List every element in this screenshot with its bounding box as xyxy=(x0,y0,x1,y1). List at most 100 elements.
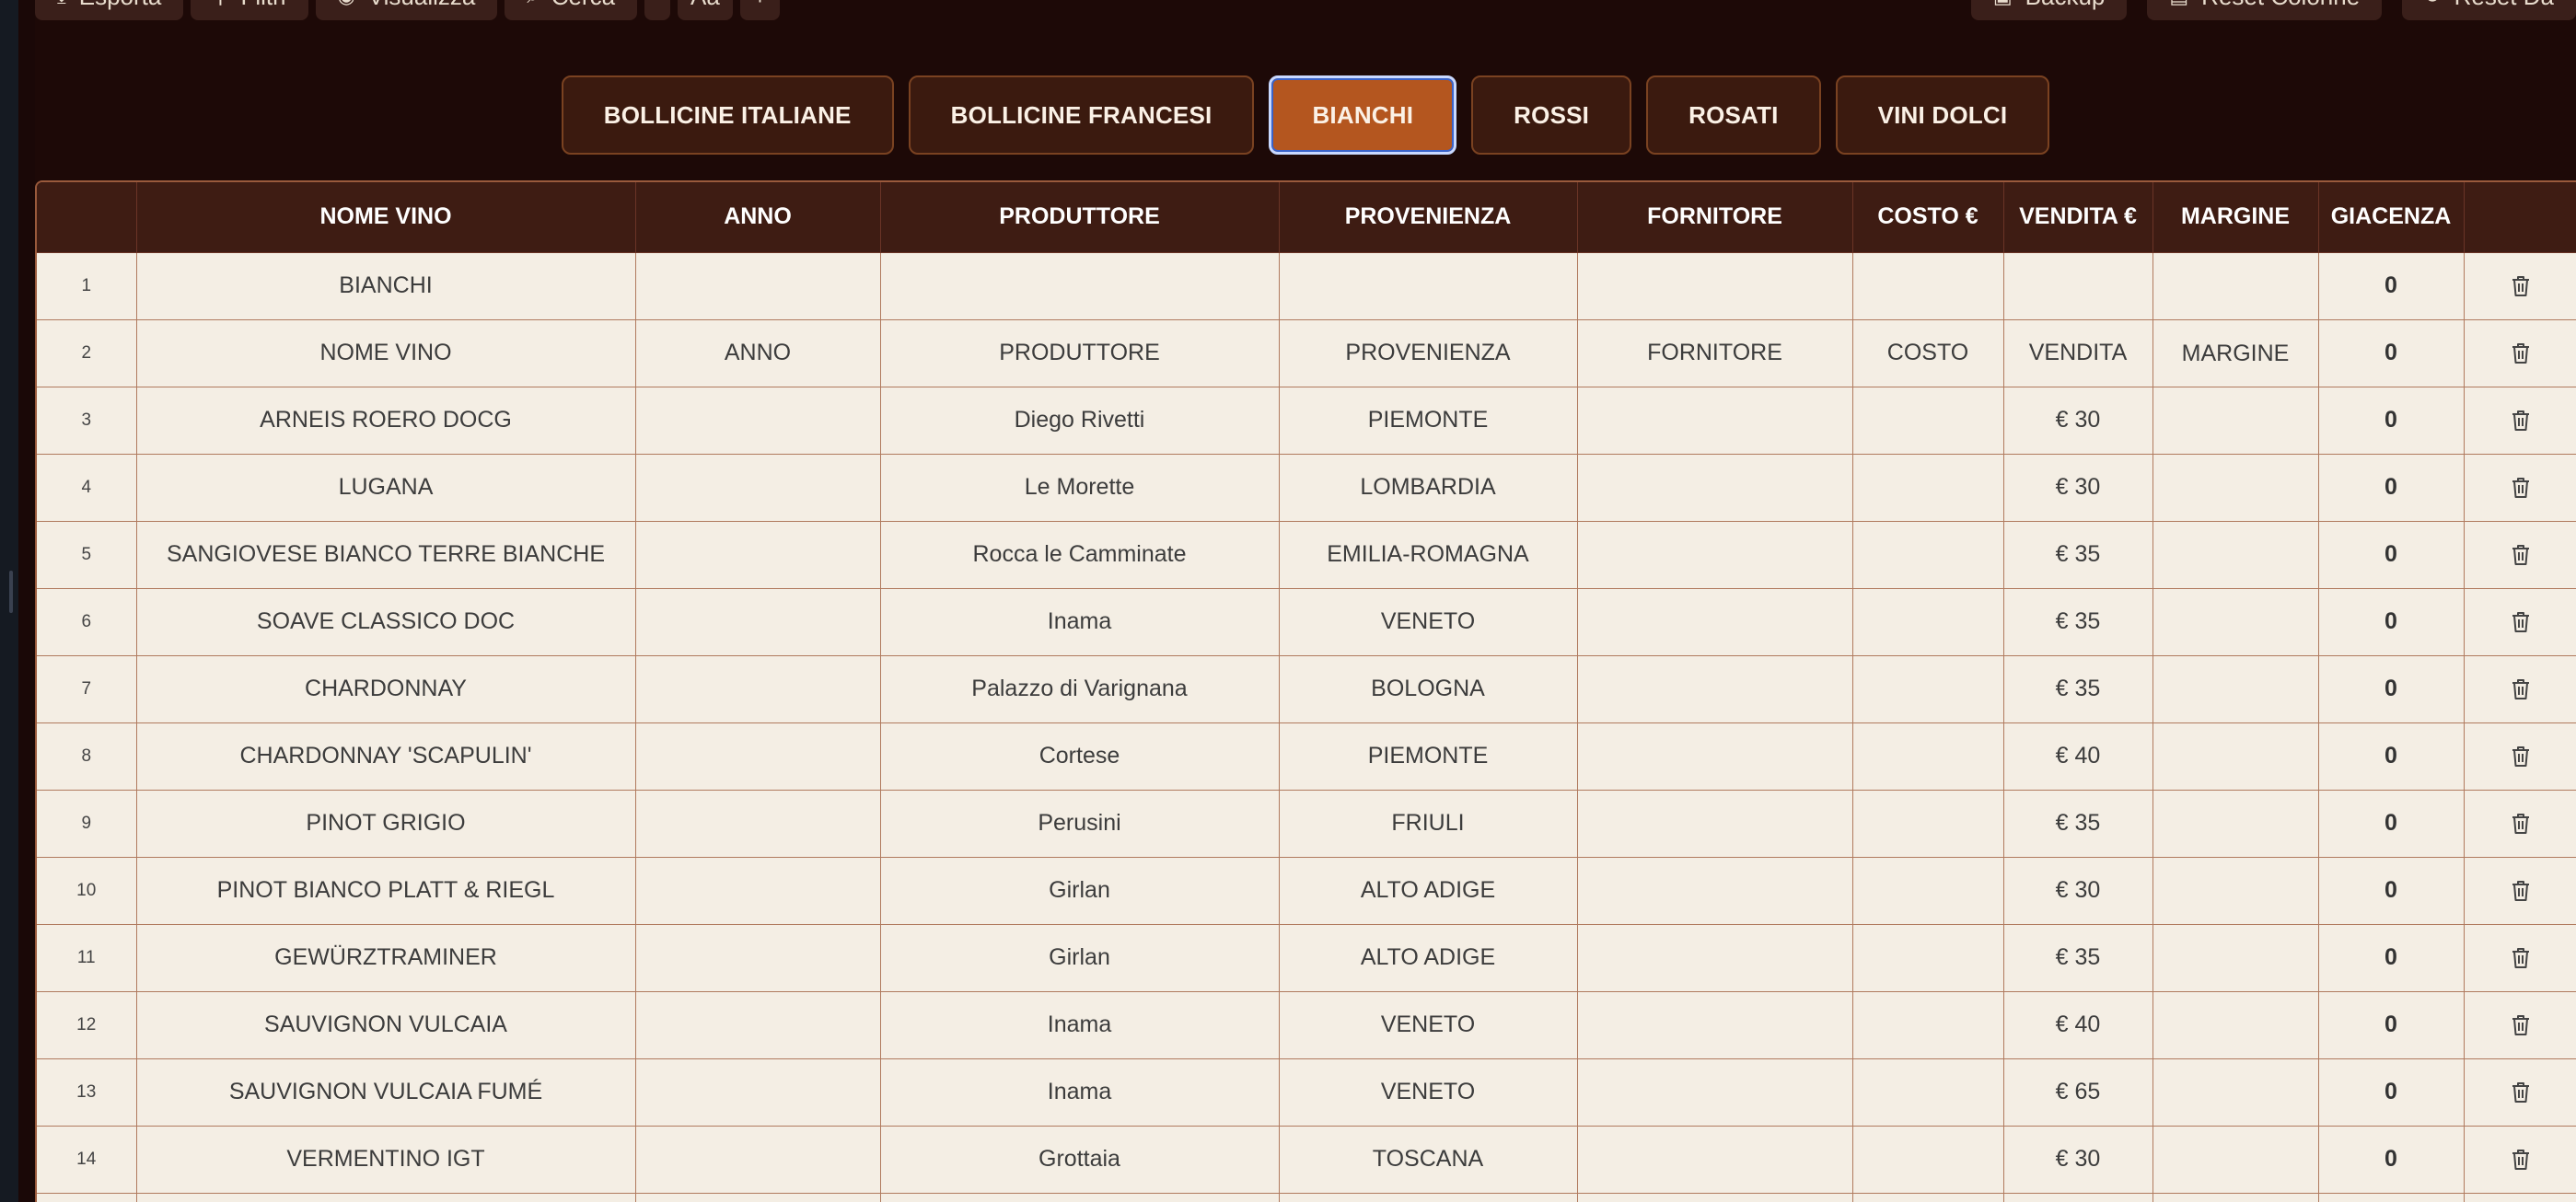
cell-giacenza[interactable]: 0 xyxy=(2318,387,2465,455)
delete-row-button[interactable] xyxy=(2511,877,2531,903)
resize-handle[interactable] xyxy=(9,571,13,613)
cell-anno[interactable] xyxy=(635,1193,881,1202)
cell-costo[interactable] xyxy=(1852,521,2004,589)
cell-vendita[interactable]: € 35 xyxy=(2003,790,2153,858)
cell-vendita[interactable]: € 35 xyxy=(2003,588,2153,656)
cell-costo[interactable] xyxy=(1852,1193,2004,1202)
cell-margine[interactable] xyxy=(2152,387,2319,455)
cell-anno[interactable] xyxy=(635,588,881,656)
cell-anno[interactable] xyxy=(635,454,881,522)
cell-anno[interactable] xyxy=(635,991,881,1059)
cell-produttore[interactable]: Cortese xyxy=(880,722,1280,791)
cell-vendita[interactable] xyxy=(2003,1193,2153,1202)
cell-costo[interactable] xyxy=(1852,252,2004,320)
cell-margine[interactable] xyxy=(2152,1058,2319,1127)
reset-columns-button[interactable]: ▤ Reset Colonne xyxy=(2147,0,2383,20)
header-provenienza[interactable]: PROVENIENZA xyxy=(1279,182,1578,253)
delete-row-button[interactable] xyxy=(2511,272,2531,298)
cell-fornitore[interactable] xyxy=(1577,655,1853,723)
header-margine[interactable]: MARGINE xyxy=(2152,182,2319,253)
cell-anno[interactable] xyxy=(635,1058,881,1127)
search-button[interactable]: ⌕ Cerca xyxy=(505,0,638,20)
delete-row-button[interactable] xyxy=(2511,1079,2531,1104)
cell-fornitore[interactable] xyxy=(1577,722,1853,791)
cell-nome-vino[interactable]: SAUVIGNON VULCAIA xyxy=(136,991,636,1059)
cell-produttore[interactable]: PRODUTTORE xyxy=(880,319,1280,387)
cell-giacenza[interactable]: 0 xyxy=(2318,319,2465,387)
cell-anno[interactable] xyxy=(635,252,881,320)
header-vendita[interactable]: VENDITA € xyxy=(2003,182,2153,253)
cell-provenienza[interactable]: PROVENIENZA xyxy=(1279,319,1578,387)
cell-nome-vino[interactable]: CHARDONNAY 'SCAPULIN' xyxy=(136,722,636,791)
cell-fornitore[interactable] xyxy=(1577,991,1853,1059)
cell-margine[interactable] xyxy=(2152,1126,2319,1194)
cell-giacenza[interactable]: 0 xyxy=(2318,1126,2465,1194)
cell-costo[interactable] xyxy=(1852,991,2004,1059)
cell-giacenza[interactable]: 0 xyxy=(2318,857,2465,925)
cell-giacenza[interactable]: 0 xyxy=(2318,924,2465,992)
cell-costo[interactable] xyxy=(1852,387,2004,455)
cell-vendita[interactable]: € 40 xyxy=(2003,991,2153,1059)
delete-row-button[interactable] xyxy=(2511,743,2531,769)
header-fornitore[interactable]: FORNITORE xyxy=(1577,182,1853,253)
export-button[interactable]: ⤓ Esporta xyxy=(35,0,184,20)
cell-costo[interactable] xyxy=(1852,1126,2004,1194)
cell-provenienza[interactable]: PIEMONTE xyxy=(1279,387,1578,455)
cell-nome-vino[interactable] xyxy=(136,1193,636,1202)
cell-fornitore[interactable] xyxy=(1577,1058,1853,1127)
cell-vendita[interactable]: € 30 xyxy=(2003,1126,2153,1194)
cell-vendita[interactable] xyxy=(2003,252,2153,320)
cell-provenienza[interactable] xyxy=(1279,252,1578,320)
cell-vendita[interactable]: € 30 xyxy=(2003,454,2153,522)
cell-produttore[interactable]: Le Morette xyxy=(880,454,1280,522)
cell-costo[interactable] xyxy=(1852,655,2004,723)
cell-anno[interactable] xyxy=(635,924,881,992)
cell-fornitore[interactable] xyxy=(1577,790,1853,858)
delete-row-button[interactable] xyxy=(2511,541,2531,567)
cell-costo[interactable] xyxy=(1852,1058,2004,1127)
font-size-button[interactable]: Aa xyxy=(678,0,733,20)
cell-fornitore[interactable] xyxy=(1577,1193,1853,1202)
header-nome-vino[interactable]: NOME VINO xyxy=(136,182,636,253)
tab-bollicine-italiane[interactable]: BOLLICINE ITALIANE xyxy=(561,75,894,155)
cell-margine[interactable] xyxy=(2152,790,2319,858)
cell-produttore[interactable]: Inama xyxy=(880,991,1280,1059)
tab-bianchi[interactable]: BIANCHI xyxy=(1269,75,1457,155)
cell-giacenza[interactable]: 0 xyxy=(2318,521,2465,589)
delete-row-button[interactable] xyxy=(2511,407,2531,433)
header-giacenza[interactable]: GIACENZA xyxy=(2318,182,2465,253)
tab-vini-dolci[interactable]: VINI DOLCI xyxy=(1835,75,2050,155)
cell-provenienza[interactable]: FRIULI xyxy=(1279,790,1578,858)
header-anno[interactable]: ANNO xyxy=(635,182,881,253)
cell-provenienza[interactable] xyxy=(1279,1193,1578,1202)
cell-costo[interactable] xyxy=(1852,722,2004,791)
delete-row-button[interactable] xyxy=(2511,1011,2531,1037)
cell-provenienza[interactable]: ALTO ADIGE xyxy=(1279,924,1578,992)
filter-button[interactable]: ⚲ Filtri xyxy=(191,0,308,20)
cell-anno[interactable] xyxy=(635,655,881,723)
cell-produttore[interactable] xyxy=(880,1193,1280,1202)
cell-costo[interactable] xyxy=(1852,588,2004,656)
cell-provenienza[interactable]: EMILIA-ROMAGNA xyxy=(1279,521,1578,589)
cell-vendita[interactable]: € 35 xyxy=(2003,924,2153,992)
cell-costo[interactable] xyxy=(1852,924,2004,992)
cell-nome-vino[interactable]: NOME VINO xyxy=(136,319,636,387)
cell-margine[interactable] xyxy=(2152,521,2319,589)
reset-data-button[interactable]: ↺ Reset Da xyxy=(2402,0,2576,20)
cell-produttore[interactable]: Girlan xyxy=(880,924,1280,992)
cell-produttore[interactable] xyxy=(880,252,1280,320)
cell-vendita[interactable]: € 65 xyxy=(2003,1058,2153,1127)
header-produttore[interactable]: PRODUTTORE xyxy=(880,182,1280,253)
cell-margine[interactable] xyxy=(2152,454,2319,522)
cell-nome-vino[interactable]: SANGIOVESE BIANCO TERRE BIANCHE xyxy=(136,521,636,589)
backup-button[interactable]: ▣ Backup xyxy=(1970,0,2128,20)
cell-nome-vino[interactable]: SOAVE CLASSICO DOC xyxy=(136,588,636,656)
cell-giacenza[interactable]: 0 xyxy=(2318,1058,2465,1127)
cell-nome-vino[interactable]: VERMENTINO IGT xyxy=(136,1126,636,1194)
cell-giacenza[interactable]: 0 xyxy=(2318,991,2465,1059)
cell-nome-vino[interactable]: LUGANA xyxy=(136,454,636,522)
font-plus-button[interactable]: + xyxy=(739,0,781,20)
cell-nome-vino[interactable]: PINOT GRIGIO xyxy=(136,790,636,858)
cell-vendita[interactable]: € 40 xyxy=(2003,722,2153,791)
cell-costo[interactable]: COSTO xyxy=(1852,319,2004,387)
